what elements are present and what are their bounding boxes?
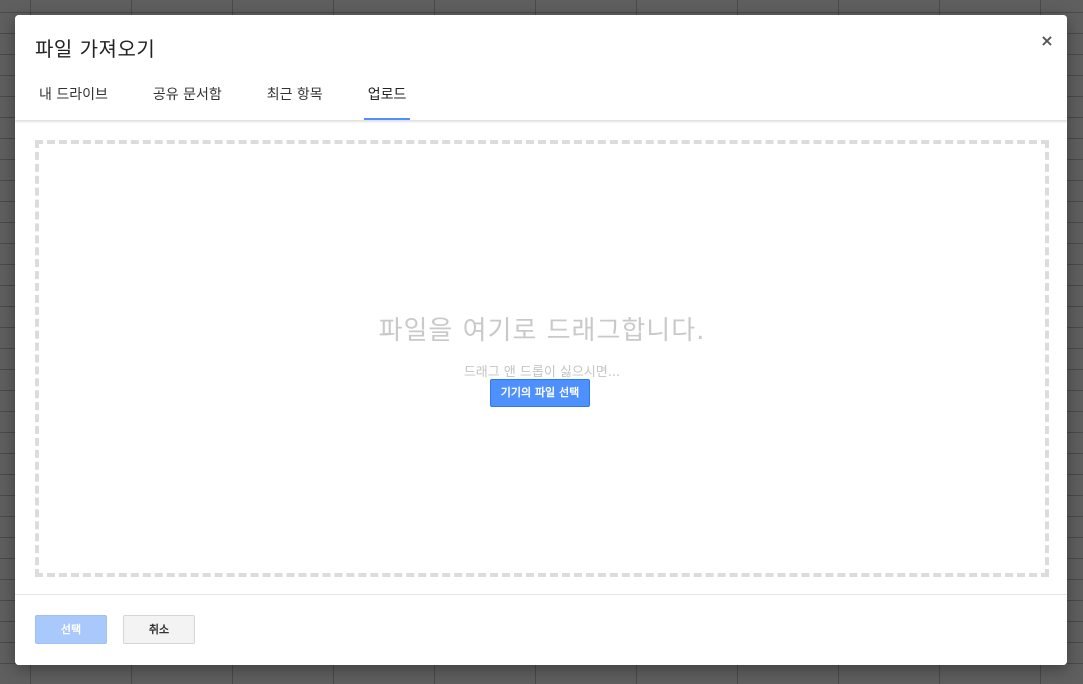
upload-dropzone[interactable]: 파일을 여기로 드래그합니다. 드래그 앤 드롭이 싫으시면... 기기의 파일… — [35, 140, 1049, 577]
cancel-button[interactable]: 취소 — [123, 615, 195, 644]
select-button[interactable]: 선택 — [35, 615, 107, 644]
tab-shared-with-me[interactable]: 공유 문서함 — [149, 85, 226, 120]
close-button[interactable]: × — [1039, 31, 1055, 51]
dropzone-heading: 파일을 여기로 드래그합니다. — [378, 316, 706, 346]
tab-upload[interactable]: 업로드 — [363, 85, 411, 120]
tab-my-drive[interactable]: 내 드라이브 — [35, 85, 112, 120]
dialog-footer: 선택 취소 — [15, 594, 1067, 665]
file-import-dialog: 파일 가져오기 × 내 드라이브 공유 문서함 최근 항목 업로드 파일을 여기… — [15, 15, 1067, 665]
dialog-header: 파일 가져오기 × 내 드라이브 공유 문서함 최근 항목 업로드 — [15, 15, 1067, 120]
tab-recent[interactable]: 최근 항목 — [263, 85, 327, 120]
close-icon: × — [1040, 31, 1054, 50]
select-from-device-button[interactable]: 기기의 파일 선택 — [490, 379, 590, 407]
dropzone-subtext: 드래그 앤 드롭이 싫으시면... — [463, 365, 621, 380]
tab-bar: 내 드라이브 공유 문서함 최근 항목 업로드 — [35, 85, 447, 120]
dialog-title: 파일 가져오기 — [35, 37, 156, 61]
